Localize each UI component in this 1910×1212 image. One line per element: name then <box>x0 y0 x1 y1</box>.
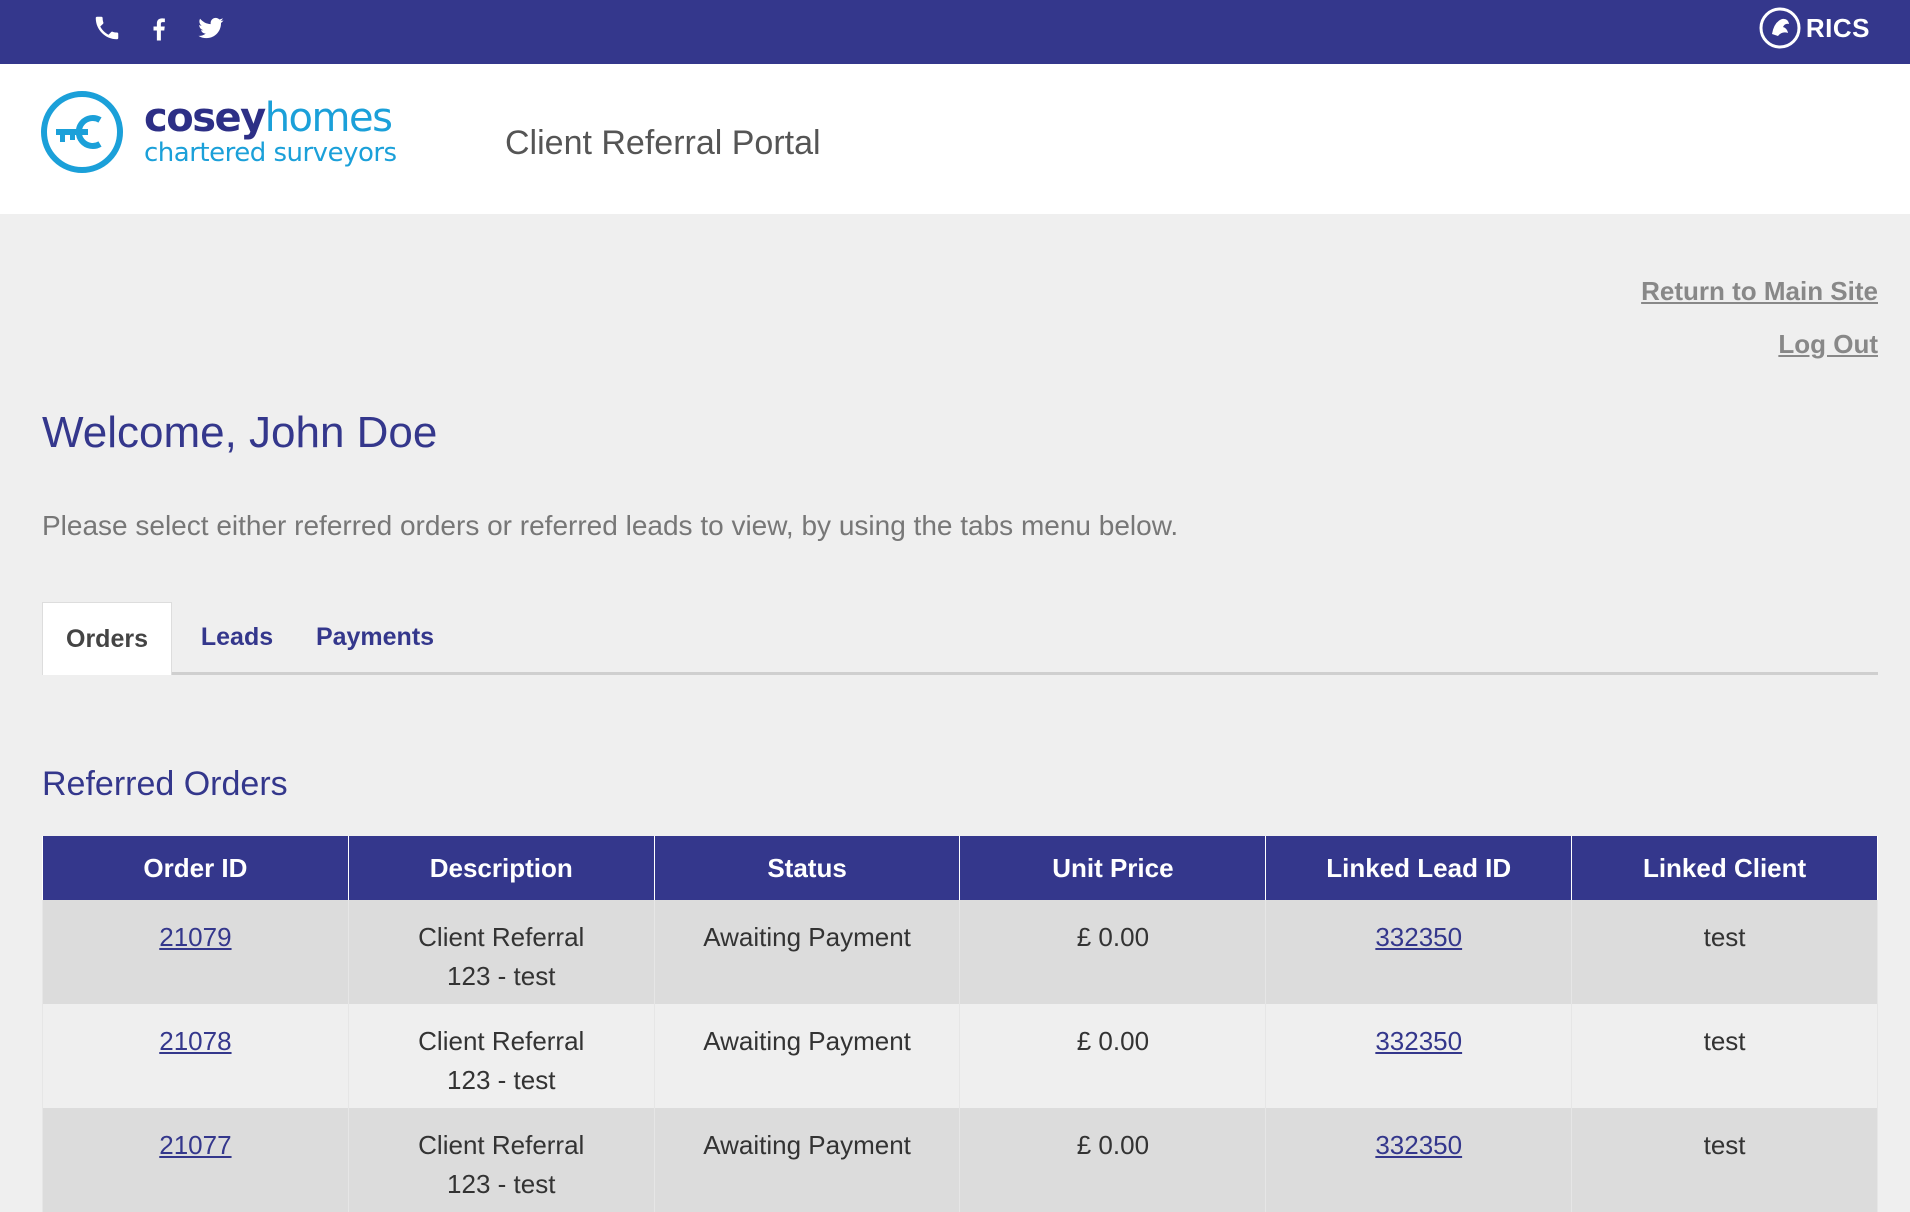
logo-brand: coseyhomes <box>144 95 393 141</box>
social-links <box>90 8 228 48</box>
description-cell: Client Referral 123 - test <box>347 1004 655 1108</box>
return-main-site-link[interactable]: Return to Main Site <box>1641 276 1878 307</box>
logo-tagline: chartered surveyors <box>144 138 397 168</box>
table-row: 21078 Client Referral 123 - test Awaitin… <box>42 1004 1878 1108</box>
col-unit-price[interactable]: Unit Price <box>959 836 1267 900</box>
top-bar: RICS <box>0 0 1910 64</box>
description-cell: Client Referral 123 - test <box>347 900 655 1004</box>
section-title: Referred Orders <box>42 765 288 803</box>
log-out-link[interactable]: Log Out <box>1641 329 1878 360</box>
linked-client-cell: test <box>1571 1108 1878 1212</box>
account-links: Return to Main Site Log Out <box>1641 276 1878 382</box>
tab-orders[interactable]: Orders <box>42 602 172 675</box>
table-row: 21077 Client Referral 123 - test Awaitin… <box>42 1108 1878 1212</box>
col-linked-client[interactable]: Linked Client <box>1571 836 1878 900</box>
coseyhomes-logo[interactable]: coseyhomes chartered surveyors <box>40 90 397 174</box>
order-id-link[interactable]: 21079 <box>159 922 231 952</box>
linked-lead-id-link[interactable]: 332350 <box>1375 922 1462 952</box>
facebook-icon[interactable] <box>142 11 176 45</box>
tabs-menu: Orders Leads Payments <box>42 602 1878 675</box>
linked-client-cell: test <box>1571 1004 1878 1108</box>
table-row: 21079 Client Referral 123 - test Awaitin… <box>42 900 1878 1004</box>
col-linked-lead-id[interactable]: Linked Lead ID <box>1265 836 1573 900</box>
linked-client-cell: test <box>1571 900 1878 1004</box>
twitter-icon[interactable] <box>194 11 228 45</box>
unit-price-cell: £ 0.00 <box>959 1108 1267 1212</box>
rics-logo-text: RICS <box>1805 12 1870 43</box>
rics-lion-icon <box>1759 7 1801 49</box>
col-order-id[interactable]: Order ID <box>42 836 349 900</box>
instruction-text: Please select either referred orders or … <box>42 510 1179 541</box>
order-id-link[interactable]: 21077 <box>159 1130 231 1160</box>
linked-lead-id-link[interactable]: 332350 <box>1375 1026 1462 1056</box>
welcome-heading: Welcome, John Doe <box>42 408 438 457</box>
description-cell: Client Referral 123 - test <box>347 1108 655 1212</box>
portal-title: Client Referral Portal <box>505 124 821 162</box>
tab-payments[interactable]: Payments <box>310 602 440 672</box>
phone-icon[interactable] <box>90 11 124 45</box>
table-header-row: Order ID Description Status Unit Price L… <box>42 836 1878 900</box>
key-logo-icon <box>41 91 123 173</box>
tab-leads[interactable]: Leads <box>192 602 282 672</box>
order-id-link[interactable]: 21078 <box>159 1026 231 1056</box>
linked-lead-id-link[interactable]: 332350 <box>1375 1130 1462 1160</box>
unit-price-cell: £ 0.00 <box>959 1004 1267 1108</box>
col-status[interactable]: Status <box>653 836 961 900</box>
site-header: coseyhomes chartered surveyors Client Re… <box>0 64 1910 214</box>
status-cell: Awaiting Payment <box>653 1108 961 1212</box>
status-cell: Awaiting Payment <box>653 1004 961 1108</box>
rics-logo[interactable]: RICS <box>1758 6 1870 50</box>
orders-table: Order ID Description Status Unit Price L… <box>42 836 1878 1212</box>
status-cell: Awaiting Payment <box>653 900 961 1004</box>
unit-price-cell: £ 0.00 <box>959 900 1267 1004</box>
col-description[interactable]: Description <box>347 836 655 900</box>
